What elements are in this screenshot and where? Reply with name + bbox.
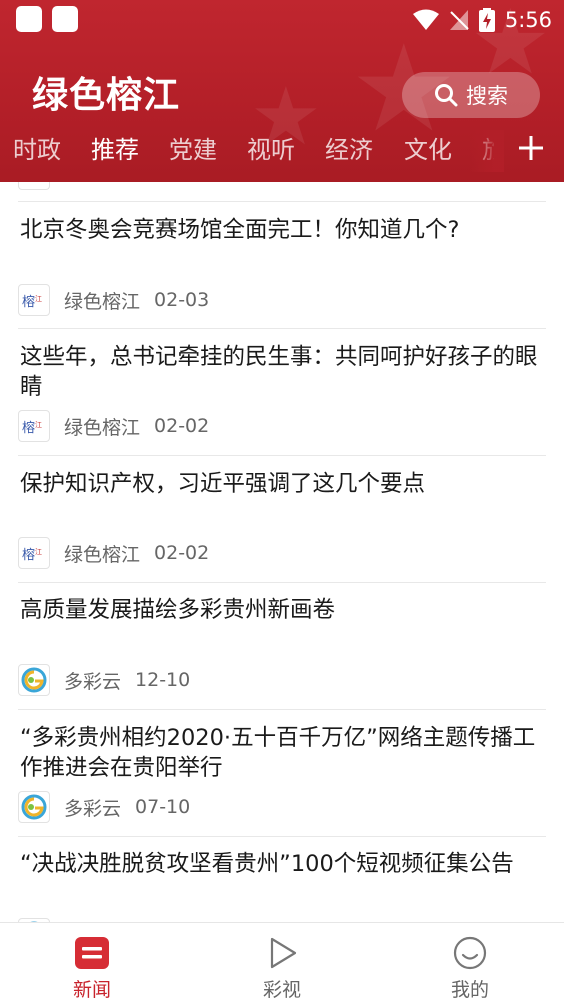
- notification-icon: [16, 6, 42, 32]
- no-signal-icon: [449, 10, 469, 30]
- news-meta: 多彩云 07-10: [18, 790, 190, 824]
- divider: [18, 455, 546, 456]
- bottom-navigation: 新闻 彩视 我的: [0, 922, 564, 1002]
- news-meta: 榕江 绿色榕江 02-02: [18, 409, 209, 443]
- news-meta: 多彩云 12-10: [18, 663, 190, 697]
- news-feed: 北京冬奥会竞赛场馆全面完工！你知道几个? 榕江 绿色榕江 02-03 这些年，总…: [0, 182, 564, 922]
- notification-icon: [52, 6, 78, 32]
- lvse-rongjiang-logo-icon: 榕江: [18, 410, 50, 442]
- nav-mine[interactable]: 我的: [400, 923, 540, 1002]
- news-title[interactable]: “决战决胜脱贫攻坚看贵州”100个短视频征集公告: [20, 849, 546, 879]
- source-name: 绿色榕江: [64, 543, 141, 566]
- divider: [18, 709, 546, 710]
- duocaiyun-logo-icon: [18, 664, 50, 696]
- svg-text:榕: 榕: [22, 295, 35, 310]
- tab-tuijian[interactable]: 推荐: [91, 130, 139, 165]
- category-tabs: 时政 推荐 党建 视听 经济 文化 旅: [0, 130, 564, 172]
- play-icon: [270, 937, 297, 969]
- battery-charging-icon: [478, 8, 495, 32]
- nav-caishi[interactable]: 彩视: [212, 923, 352, 1002]
- svg-text:江: 江: [35, 295, 42, 303]
- app-header: ★ ★ ★ 5:56 绿色榕江 搜索 时政 推荐 党建 视听 经济 文化: [0, 0, 564, 182]
- lvse-rongjiang-logo-icon: 榕江: [18, 284, 50, 316]
- publish-date: 12-10: [135, 669, 191, 691]
- svg-text:榕: 榕: [22, 548, 35, 563]
- tab-shiting[interactable]: 视听: [247, 130, 295, 165]
- app-title: 绿色榕江: [32, 75, 181, 116]
- divider: [18, 201, 546, 202]
- publish-date: 02-02: [154, 542, 210, 564]
- source-name: 绿色榕江: [64, 416, 141, 439]
- tab-shizheng[interactable]: 时政: [13, 130, 61, 165]
- publish-date: 02-02: [154, 415, 210, 437]
- lvse-rongjiang-logo-icon: 榕江: [18, 537, 50, 569]
- tab-wenhua[interactable]: 文化: [404, 130, 452, 165]
- source-name: 多彩云: [64, 670, 122, 693]
- divider: [18, 836, 546, 837]
- add-channel-icon[interactable]: [516, 128, 546, 166]
- status-bar: 5:56: [0, 0, 564, 40]
- news-title[interactable]: 高质量发展描绘多彩贵州新画卷: [20, 595, 546, 625]
- duocaiyun-logo-icon: [18, 791, 50, 823]
- nav-mine-label: 我的: [450, 979, 489, 1001]
- smile-icon: [453, 936, 487, 970]
- nav-news[interactable]: 新闻: [22, 923, 162, 1002]
- divider: [18, 582, 546, 583]
- search-icon: [435, 84, 458, 107]
- status-time: 5:56: [504, 8, 552, 32]
- nav-caishi-label: 彩视: [262, 979, 301, 1001]
- wifi-icon: [412, 9, 439, 30]
- nav-news-label: 新闻: [72, 979, 111, 1001]
- tab-dangjian[interactable]: 党建: [169, 130, 217, 165]
- svg-text:榕: 榕: [22, 421, 35, 436]
- source-name: 多彩云: [64, 797, 122, 820]
- publish-date: 02-03: [154, 289, 210, 311]
- source-logo: [18, 182, 50, 190]
- news-title[interactable]: 保护知识产权，习近平强调了这几个要点: [20, 469, 546, 499]
- publish-date: 07-10: [135, 796, 191, 818]
- news-meta: 榕江 绿色榕江 02-02: [18, 536, 209, 570]
- search-label: 搜索: [466, 84, 508, 108]
- svg-text:江: 江: [35, 421, 42, 429]
- news-title[interactable]: 北京冬奥会竞赛场馆全面完工！你知道几个?: [20, 215, 546, 245]
- news-title[interactable]: “多彩贵州相约2020·五十百千万亿”网络主题传播工作推进会在贵阳举行: [20, 723, 546, 783]
- news-title[interactable]: 这些年，总书记牵挂的民生事：共同呵护好孩子的眼睛: [20, 342, 546, 402]
- divider: [18, 328, 546, 329]
- news-icon: [75, 937, 109, 969]
- tab-jingji[interactable]: 经济: [325, 130, 373, 165]
- tab-fade: [470, 130, 504, 172]
- source-name: 绿色榕江: [64, 290, 141, 313]
- svg-text:江: 江: [35, 548, 42, 556]
- news-meta: 榕江 绿色榕江 02-03: [18, 283, 209, 317]
- search-button[interactable]: 搜索: [402, 72, 540, 118]
